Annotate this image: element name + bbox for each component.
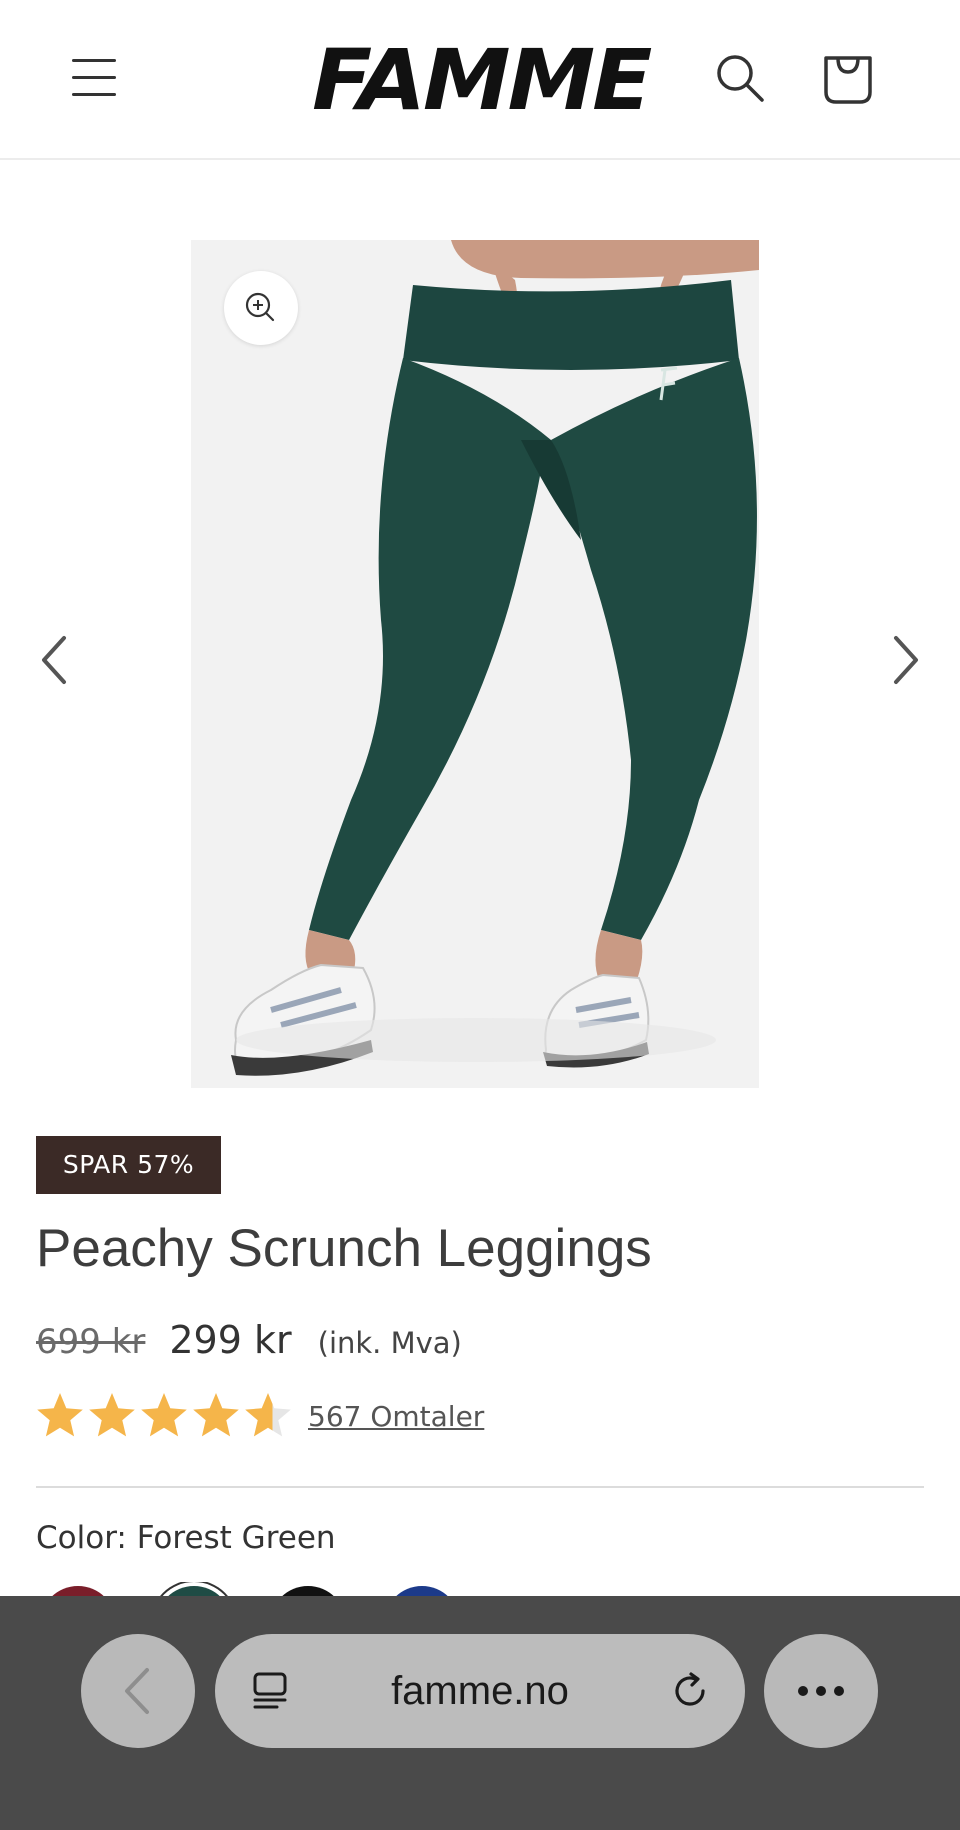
chevron-right-icon — [894, 636, 918, 684]
product-title: Peachy Scrunch Leggings — [36, 1219, 652, 1278]
vat-note: (ink. Mva) — [317, 1326, 462, 1360]
shopping-bag-icon — [824, 56, 872, 104]
browser-toolbar: famme.no — [0, 1596, 960, 1830]
chevron-left-icon — [42, 636, 66, 684]
hamburger-icon-line — [72, 93, 116, 96]
url-text: famme.no — [391, 1669, 569, 1713]
hamburger-menu-button[interactable] — [68, 55, 124, 101]
discount-badge: SPAR 57% — [36, 1136, 221, 1194]
reload-icon[interactable] — [671, 1671, 711, 1711]
more-dots-icon — [798, 1686, 844, 1696]
original-price: 699 kr — [36, 1322, 146, 1362]
browser-more-button[interactable] — [764, 1634, 878, 1748]
star-icon — [193, 1393, 239, 1437]
reviews-link[interactable]: 567 Omtaler — [308, 1400, 484, 1433]
zoom-in-icon — [245, 292, 275, 322]
star-icon — [37, 1393, 83, 1437]
previous-image-button[interactable] — [34, 630, 74, 690]
cart-button[interactable] — [820, 50, 876, 106]
next-image-button[interactable] — [886, 630, 926, 690]
search-icon — [717, 55, 764, 102]
browser-back-button[interactable] — [81, 1634, 195, 1748]
rating-row: 567 Omtaler — [36, 1388, 484, 1444]
brand-logo[interactable]: FAMME — [312, 30, 652, 130]
site-header: FAMME — [0, 0, 960, 160]
chevron-left-icon — [125, 1668, 149, 1714]
star-icon — [141, 1393, 187, 1437]
divider — [36, 1486, 924, 1488]
price-row: 699 kr 299 kr (ink. Mva) — [36, 1318, 462, 1368]
hamburger-icon — [72, 59, 116, 62]
color-label: Color: Forest Green — [36, 1520, 336, 1556]
sale-price: 299 kr — [169, 1318, 292, 1362]
product-image[interactable] — [191, 240, 759, 1088]
star-rating — [37, 1393, 291, 1437]
star-icon — [245, 1393, 291, 1437]
hamburger-icon-line — [72, 76, 116, 79]
product-gallery — [0, 160, 960, 1090]
address-bar[interactable]: famme.no — [215, 1634, 745, 1748]
leggings-photo — [191, 240, 759, 1088]
search-button[interactable] — [712, 50, 768, 106]
zoom-button[interactable] — [224, 271, 298, 345]
star-icon — [89, 1393, 135, 1437]
